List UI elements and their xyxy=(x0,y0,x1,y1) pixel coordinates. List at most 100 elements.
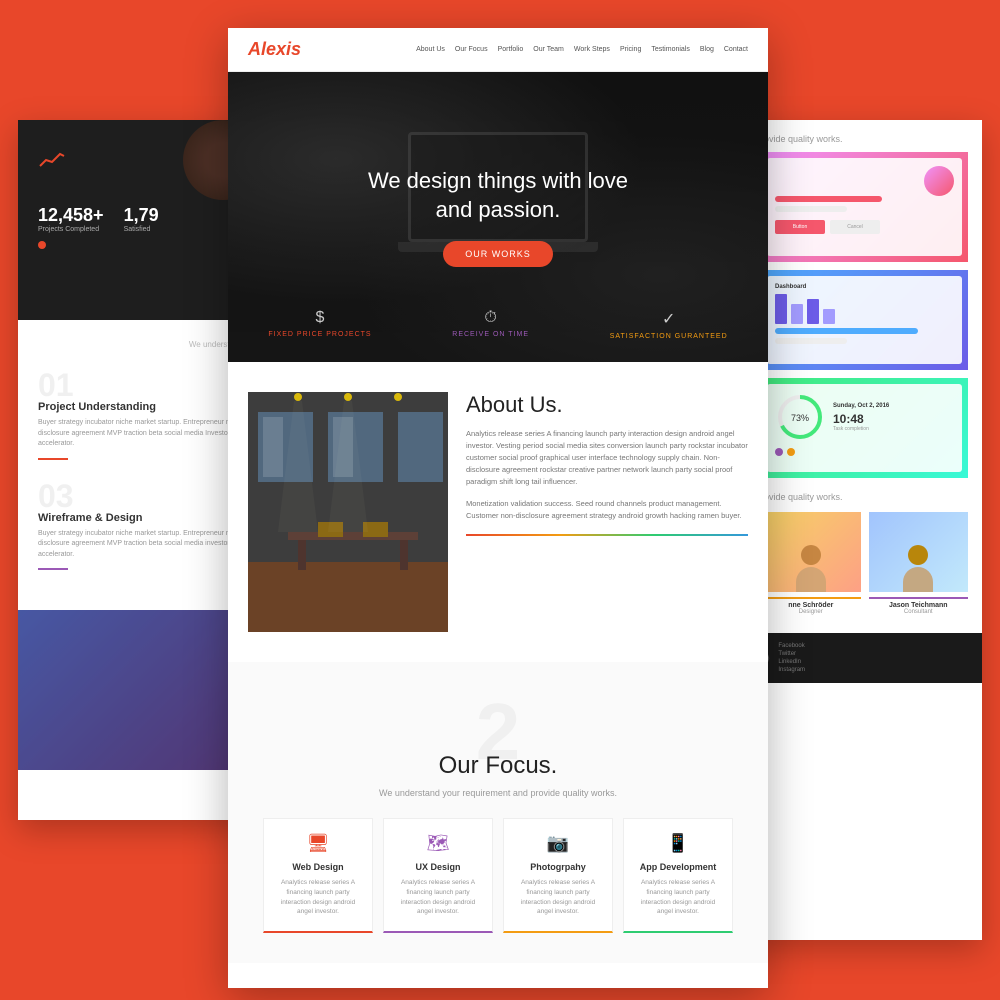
checkmark-icon: ✓ xyxy=(610,309,728,329)
clock-subtitle: Task completion xyxy=(833,426,889,432)
right-bottom-title: rovide quality works. xyxy=(761,492,968,502)
nav-about[interactable]: About Us xyxy=(416,46,445,53)
dot-orange xyxy=(787,448,795,456)
team-cards: nne Schröder Designer Jason Teichmann Co… xyxy=(761,512,968,619)
hero-features: $ FIXED PRICE PROJECTS ⏱ RECEIVE ON TIME… xyxy=(228,309,768,340)
step-1-divider xyxy=(38,458,68,460)
team-role-2: Consultant xyxy=(869,609,969,615)
team-divider-1 xyxy=(761,597,861,599)
right-card-2: Dashboard xyxy=(761,270,968,370)
webdesign-icon: 🖥 xyxy=(272,833,364,854)
about-desc-2: Monetization validation success. Seed ro… xyxy=(466,498,748,522)
about-image-inner xyxy=(248,392,448,632)
right-panel: rovide quality works. Button Cancel xyxy=(747,120,982,940)
social-instagram[interactable]: Instagram xyxy=(778,667,805,673)
social-links: Facebook Twitter LinkedIn Instagram xyxy=(778,643,805,673)
social-twitter[interactable]: Twitter xyxy=(778,651,805,657)
female-silhouette xyxy=(796,545,826,592)
uxdesign-title: UX Design xyxy=(392,862,484,872)
step-3-title: Wireframe & Design xyxy=(38,512,243,524)
mock-ui-2-title: Dashboard xyxy=(775,284,954,290)
focus-title: Our Focus. xyxy=(248,752,748,780)
team-divider-2 xyxy=(869,597,969,599)
focus-card-webdesign: 🖥 Web Design Analytics release series A … xyxy=(263,818,373,933)
right-cards: Button Cancel xyxy=(747,152,982,262)
focus-card-appdev: 📱 App Development Analytics release seri… xyxy=(623,818,733,933)
social-facebook[interactable]: Facebook xyxy=(778,643,805,649)
photography-icon: 📷 xyxy=(512,833,604,854)
satisfied-number: 1,79 xyxy=(124,205,159,226)
right-card-wrapper-1: Button Cancel xyxy=(761,152,968,262)
step-1: 01 Project Understanding Buyer strategy … xyxy=(38,369,243,460)
hero-cta-button[interactable]: OUR WORKS xyxy=(443,241,553,267)
step-3-desc: Buyer strategy incubator niche market st… xyxy=(38,529,243,561)
focus-section: 2 Our Focus. We understand your requirem… xyxy=(228,662,768,963)
feature-3-label: SATISFACTION GURANTEED xyxy=(610,333,728,340)
left-bottom-image xyxy=(18,610,263,770)
left-dark-section: 12,458+ Projects Completed 1,79 Satisfie… xyxy=(18,120,263,320)
team-role-1: Designer xyxy=(761,609,861,615)
right-bottom-section: rovide quality works. nne Schröder Desig… xyxy=(747,478,982,633)
uxdesign-icon: 🗺 xyxy=(392,833,484,854)
hero-section: We design things with love and passion. … xyxy=(228,72,768,362)
nav-pricing[interactable]: Pricing xyxy=(620,46,641,53)
focus-card-photography: 📷 Photogrpahy Analytics release series A… xyxy=(503,818,613,933)
bar-1 xyxy=(775,294,787,324)
body-2 xyxy=(903,567,933,592)
male-silhouette xyxy=(903,545,933,592)
about-desc-1: Analytics release series A financing lau… xyxy=(466,428,748,488)
clock-label-1: Sunday, Oct 2, 2016 xyxy=(833,403,889,409)
photography-title: Photogrpahy xyxy=(512,862,604,872)
nav-portfolio[interactable]: Portfolio xyxy=(498,46,524,53)
nav-contact[interactable]: Contact xyxy=(724,46,748,53)
about-section: About Us. Analytics release series A fin… xyxy=(228,362,768,662)
satisfied-label: Satisfied xyxy=(124,226,159,233)
feature-2-label: RECEIVE ON TIME xyxy=(452,331,529,338)
left-bottom-overlay xyxy=(18,610,263,770)
nav-worksteps[interactable]: Work Steps xyxy=(574,46,610,53)
nav-focus[interactable]: Our Focus xyxy=(455,46,488,53)
appdev-desc: Analytics release series A financing lau… xyxy=(632,878,724,917)
focus-card-uxdesign: 🗺 UX Design Analytics release series A f… xyxy=(383,818,493,933)
step-1-title: Project Understanding xyxy=(38,401,243,413)
nav-testimonials[interactable]: Testimonials xyxy=(651,46,690,53)
bar-3 xyxy=(807,299,819,324)
team-photo-2 xyxy=(869,512,969,592)
social-linkedin[interactable]: LinkedIn xyxy=(778,659,805,665)
right-card-1: Button Cancel xyxy=(761,152,968,262)
focus-subtitle: We understand your requirement and provi… xyxy=(248,788,748,798)
team-name-2: Jason Teichmann xyxy=(869,602,969,609)
team-card-1: nne Schröder Designer xyxy=(761,512,861,619)
about-text: About Us. Analytics release series A fin… xyxy=(466,392,748,536)
head-1 xyxy=(801,545,821,565)
nav-team[interactable]: Our Team xyxy=(533,46,564,53)
stat-satisfied: 1,79 Satisfied xyxy=(124,205,159,233)
trend-chart-icon xyxy=(38,150,66,170)
hero-feature-2: ⏱ RECEIVE ON TIME xyxy=(452,309,529,340)
about-title: About Us. xyxy=(466,392,748,418)
mock-ui-2: Dashboard xyxy=(767,276,962,364)
webdesign-desc: Analytics release series A financing lau… xyxy=(272,878,364,917)
nav-blog[interactable]: Blog xyxy=(700,46,714,53)
mock-avatar-1 xyxy=(924,166,954,196)
clock-chart: 73% xyxy=(775,392,825,442)
team-card-2: Jason Teichmann Consultant xyxy=(869,512,969,619)
mock-btn-pink: Button xyxy=(775,220,825,234)
right-card-3-wrapper: 73% Sunday, Oct 2, 2016 10:48 Task compl… xyxy=(747,378,982,478)
hero-feature-1: $ FIXED PRICE PROJECTS xyxy=(268,309,371,340)
team-name-1: nne Schröder xyxy=(761,602,861,609)
focus-cards: 🖥 Web Design Analytics release series A … xyxy=(248,818,748,933)
bar-4 xyxy=(823,309,835,324)
nav-logo[interactable]: Alexis xyxy=(248,39,301,60)
nav-links: About Us Our Focus Portfolio Our Team Wo… xyxy=(416,46,748,53)
projects-label: Projects Completed xyxy=(38,226,104,233)
appdev-icon: 📱 xyxy=(632,833,724,854)
step-3-divider xyxy=(38,568,68,570)
step-1-desc: Buyer strategy incubator niche market st… xyxy=(38,418,243,450)
stat-projects: 12,458+ Projects Completed xyxy=(38,205,104,233)
hero-content: We design things with love and passion. … xyxy=(368,167,628,266)
mock-ui-2-bars xyxy=(775,294,954,324)
right-card-3: 73% Sunday, Oct 2, 2016 10:48 Task compl… xyxy=(761,378,968,478)
step-3-number: 03 xyxy=(38,480,243,512)
svg-text:73%: 73% xyxy=(791,413,809,423)
